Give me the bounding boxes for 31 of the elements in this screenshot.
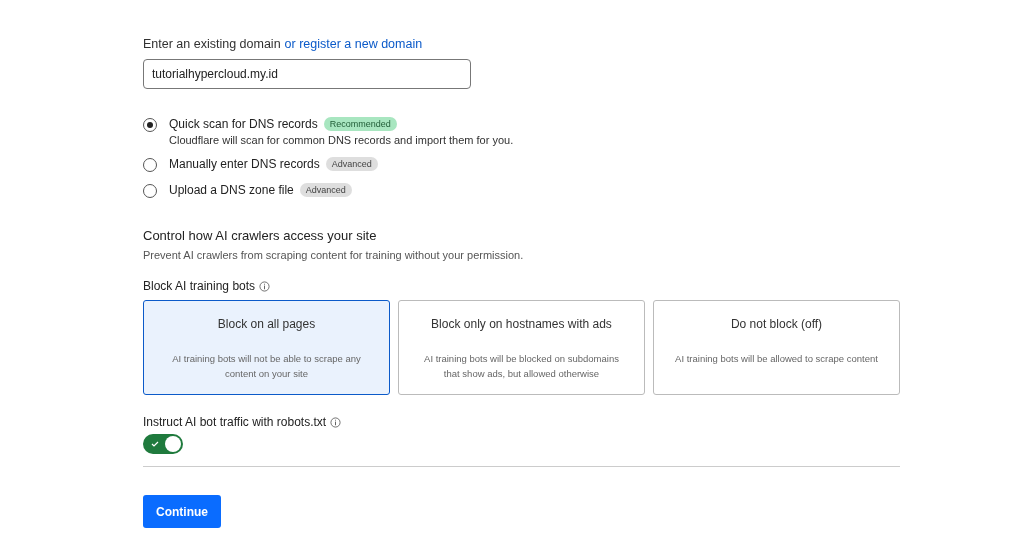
register-link[interactable]: or register a new domain <box>284 37 423 51</box>
card-description: AI training bots will be blocked on subdomains that show ads, but allowed otherwise <box>423 352 620 381</box>
card-description: AI training bots will not be able to scrape any content on your site <box>171 352 362 381</box>
option-card[interactable]: Block only on hostnames with ads AI training bots will be blocked on subdomains that show ads, but allowed otherwise <box>398 300 645 395</box>
toggle-switch[interactable] <box>143 434 183 454</box>
field-label: Instruct AI bot traffic with robots.txt <box>143 415 327 429</box>
option-badge: Advanced <box>299 183 352 197</box>
option-card[interactable]: Do not block (off) AI training bots will be allowed to scrape content <box>653 300 900 395</box>
check-icon <box>150 439 160 449</box>
card-description: AI training bots will be allowed to scrape content <box>674 352 879 366</box>
section-title: Control how AI crawlers access your site <box>143 228 378 243</box>
option-badge: Advanced <box>325 157 378 171</box>
radio-button[interactable] <box>143 118 157 132</box>
section-subtitle: Prevent AI crawlers from scraping content for training without your permission. <box>143 249 525 261</box>
radio-button[interactable] <box>143 158 157 172</box>
field-label: Block AI training bots <box>143 279 256 293</box>
option-description: Cloudflare will scan for common DNS records and import them for you. <box>169 134 514 146</box>
info-icon <box>259 280 271 292</box>
card-title: Block on all pages <box>216 317 317 331</box>
domain-input[interactable]: tutorialhypercloud.my.id <box>143 59 471 89</box>
continue-button[interactable]: Continue <box>143 495 221 528</box>
option-label: Manually enter DNS records <box>169 157 320 171</box>
option-label: Upload a DNS zone file <box>169 183 294 197</box>
field-label: Enter an existing domain <box>143 37 281 51</box>
option-card[interactable]: Block on all pages AI training bots will not be able to scrape any content on your site <box>143 300 390 395</box>
option-label: Quick scan for DNS records <box>169 117 318 131</box>
radio-button[interactable] <box>143 184 157 198</box>
info-icon <box>330 416 342 428</box>
option-badge: Recommended <box>323 117 397 131</box>
card-title: Do not block (off) <box>729 317 824 331</box>
card-title: Block only on hostnames with ads <box>430 317 613 331</box>
